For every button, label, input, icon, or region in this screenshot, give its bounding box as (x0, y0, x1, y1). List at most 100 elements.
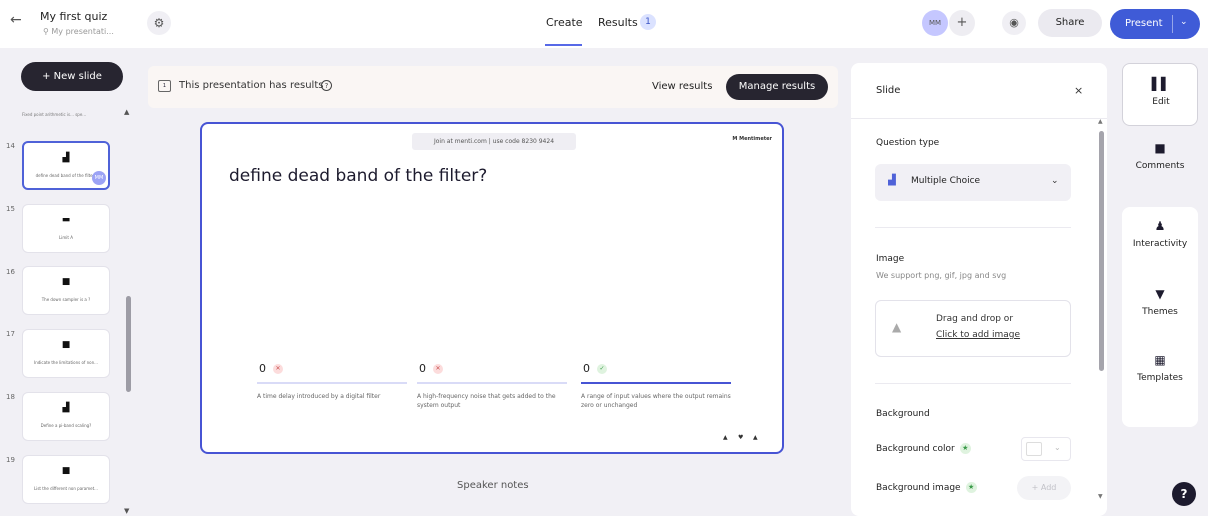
option-bar (257, 382, 407, 384)
premium-star-icon: ★ (959, 443, 971, 454)
slide-thumbnail-text: Limit A (59, 235, 73, 240)
scroll-down-arrow-icon[interactable]: ▼ (124, 507, 129, 515)
option-vote-count: 0 (419, 362, 426, 375)
workspace-breadcrumb[interactable]: ⚲ My presentati... (43, 27, 114, 36)
slide-question[interactable]: define dead band of the filter? (229, 166, 487, 186)
panel-scrollbar[interactable] (1099, 131, 1104, 371)
help-question-icon[interactable]: ? (1172, 482, 1196, 506)
question-type-value: Multiple Choice (911, 176, 981, 186)
mentimeter-logo: M Mentimeter (732, 136, 772, 142)
background-image-label: Background image (876, 483, 961, 493)
option-label: A time delay introduced by a digital fil… (257, 393, 381, 400)
rail-templates-button[interactable]: ▦ Templates (1122, 353, 1198, 383)
background-color-label: Background color (876, 444, 955, 454)
option-bar (417, 382, 567, 384)
option-bar (581, 382, 731, 384)
tab-results[interactable]: Results (598, 16, 638, 29)
templates-grid-icon: ▦ (1154, 353, 1166, 367)
slide-number: 18 (6, 393, 15, 401)
present-button-separator (1172, 15, 1173, 33)
present-button-label: Present (1125, 18, 1163, 29)
slide-thumbnail[interactable]: ▟ Define a pi-band scaling? (22, 392, 110, 441)
slide-thumbnail-selected[interactable]: ▟ define dead band of the filter? MM (22, 141, 110, 190)
slide-editor-avatar: MM (92, 171, 106, 185)
add-collaborator-button[interactable]: + (949, 10, 975, 36)
background-image-row: Background image ★ (876, 482, 977, 493)
option-vote-count: 0 (583, 362, 590, 375)
preview-eye-icon[interactable]: ◉ (1002, 11, 1026, 35)
slide-thumbnail[interactable]: ■ List the different non paramet... (22, 455, 110, 504)
correct-check-icon: ✓ (597, 364, 607, 374)
rail-item-label: Interactivity (1132, 239, 1188, 249)
rail-interactivity-button[interactable]: ♟ Interactivity (1122, 219, 1198, 249)
results-count-badge: 1 (640, 14, 656, 30)
slide-canvas[interactable]: Join at menti.com | use code 8230 9424 M… (200, 122, 784, 454)
rail-edit-button[interactable]: ▌▌ Edit (1122, 63, 1198, 126)
add-background-image-button[interactable]: + Add (1017, 476, 1071, 500)
rail-edit-item: ▌▌ Edit (1123, 77, 1199, 107)
panel-scroll-down-icon[interactable]: ▼ (1098, 493, 1103, 500)
join-instructions: Join at menti.com | use code 8230 9424 (412, 133, 576, 150)
image-placeholder-icon: ▲ (892, 320, 902, 334)
panel-scroll-up-icon[interactable]: ▲ (1098, 118, 1103, 125)
rail-themes-button[interactable]: ▼ Themes (1122, 287, 1198, 317)
tab-create[interactable]: Create (546, 16, 583, 29)
quiz-icon: ■ (61, 277, 71, 287)
close-panel-icon[interactable]: × (1074, 84, 1083, 97)
slide-number: 14 (6, 142, 15, 150)
panel-divider (875, 227, 1071, 228)
presentation-title[interactable]: My first quiz (40, 10, 107, 23)
panel-title: Slide (876, 85, 901, 96)
background-color-picker[interactable]: ⌄ (1021, 437, 1071, 461)
settings-gear-icon[interactable]: ⚙ (147, 11, 171, 35)
slide-13-caption[interactable]: Fixed point arithmetic is... spe... (22, 112, 86, 117)
slide-thumbnail[interactable]: ■ The down sampler is a ? (22, 266, 110, 315)
image-dropzone[interactable]: ▲ Drag and drop or Click to add image (875, 300, 1071, 357)
rail-item-label: Edit (1152, 97, 1170, 107)
back-arrow-icon[interactable]: ← (10, 12, 22, 28)
slide-thumbnail[interactable]: ■ Indicate the limitations of non... (22, 329, 110, 378)
results-chart-icon: 1 (158, 80, 171, 92)
panel-divider (851, 118, 1107, 119)
rail-item-label: Comments (1135, 161, 1185, 171)
slide-number: 15 (6, 205, 15, 213)
slide-list[interactable]: Fixed point arithmetic is... spe... ▲ 14… (0, 104, 140, 516)
image-format-hint: We support png, gif, jpg and svg (876, 271, 1007, 280)
present-options-chevron-icon[interactable]: ⌄ (1180, 17, 1188, 27)
background-label: Background (876, 409, 930, 419)
bar-chart-icon: ▟ (62, 153, 70, 163)
results-help-icon[interactable]: ? (321, 80, 332, 91)
results-banner: 1 This presentation has results ? View r… (148, 66, 838, 108)
scroll-up-arrow-icon[interactable]: ▲ (124, 108, 129, 116)
slide-number: 19 (6, 456, 15, 464)
bar-chart-icon: ▟ (62, 403, 70, 413)
present-button[interactable]: Present ⌄ (1110, 9, 1200, 39)
edit-panel-icon: ▌▌ (1151, 77, 1171, 91)
view-results-button[interactable]: View results (652, 81, 712, 92)
thumbs-down-reaction-icon: ▲ (753, 434, 758, 441)
speaker-notes-button[interactable]: Speaker notes (457, 480, 529, 491)
comment-icon: ■ (1154, 141, 1166, 155)
incorrect-mark-icon: ✕ (273, 364, 283, 374)
slide-thumbnail[interactable]: ▬ Limit A (22, 204, 110, 253)
incorrect-mark-icon: ✕ (433, 364, 443, 374)
user-avatar[interactable]: MM (922, 10, 948, 36)
rail-comments-button[interactable]: ■ Comments (1122, 141, 1198, 171)
question-type-dropdown[interactable]: ▟ Multiple Choice ⌄ (875, 164, 1071, 201)
image-label: Image (876, 254, 905, 264)
heart-reaction-icon: ♥ (738, 434, 744, 441)
new-slide-button[interactable]: + New slide (21, 62, 123, 91)
results-banner-text: This presentation has results (179, 80, 324, 91)
rail-item-label: Templates (1137, 373, 1183, 383)
premium-star-icon: ★ (965, 482, 977, 493)
manage-results-button[interactable]: Manage results (726, 74, 828, 100)
slide-settings-panel: Slide × Question type ▟ Multiple Choice … (851, 63, 1107, 516)
slide-list-scrollbar[interactable] (126, 296, 131, 392)
background-color-row: Background color ★ (876, 443, 971, 454)
rail-item-label: Themes (1142, 307, 1178, 317)
top-bar: ← My first quiz ⚲ My presentati... ⚙ Cre… (0, 0, 1208, 48)
share-button[interactable]: Share (1038, 9, 1102, 37)
slide-thumbnail-text: List the different non paramet... (34, 486, 98, 491)
add-image-link[interactable]: Click to add image (936, 330, 1020, 340)
dropzone-text: Drag and drop or (936, 314, 1014, 324)
